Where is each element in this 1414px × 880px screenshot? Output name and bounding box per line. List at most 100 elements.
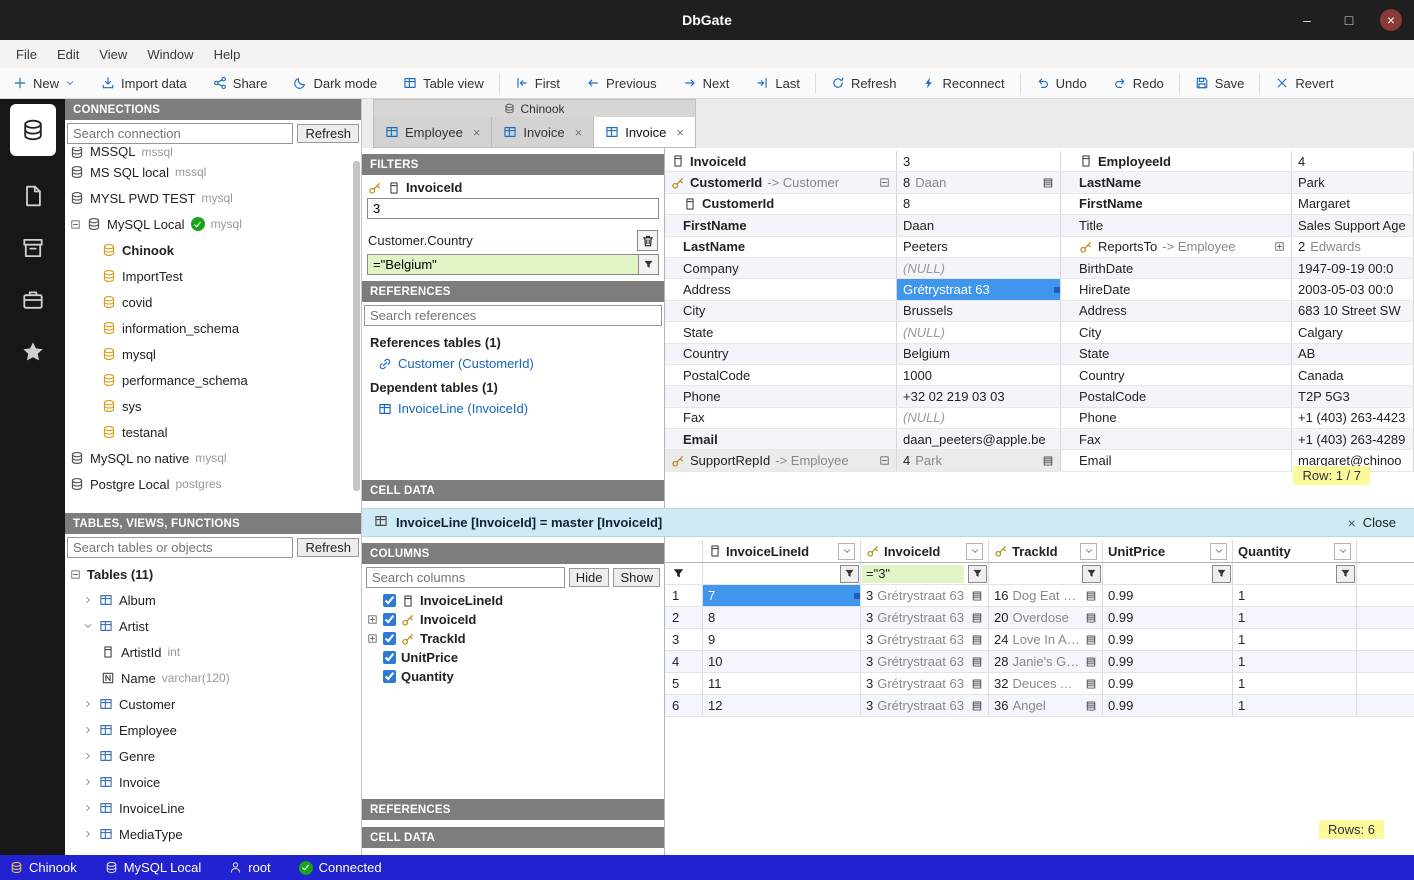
form-field-label[interactable]: Fax bbox=[1061, 429, 1292, 449]
first-button[interactable]: First bbox=[502, 68, 573, 98]
grid-cell[interactable]: 3Grétrystraat 63 bbox=[861, 607, 989, 628]
connection-importtest[interactable]: ImportTest bbox=[65, 263, 361, 289]
column-toggle-unitprice[interactable]: UnitPrice bbox=[362, 648, 664, 667]
form-field-value[interactable]: Canada bbox=[1292, 365, 1414, 385]
grid-cell[interactable]: 3Grétrystraat 63 bbox=[861, 585, 989, 606]
menu-view[interactable]: View bbox=[89, 44, 137, 65]
table-album[interactable]: Album bbox=[65, 587, 361, 613]
row-number[interactable]: 2 bbox=[665, 607, 703, 628]
table-employee[interactable]: Employee bbox=[65, 717, 361, 743]
grid-cell[interactable]: 1 bbox=[1233, 651, 1357, 672]
form-field-value[interactable]: (NULL) bbox=[897, 408, 1061, 428]
search-tables-input[interactable] bbox=[67, 537, 293, 558]
form-field-label[interactable]: HireDate bbox=[1061, 279, 1292, 299]
grid-cell[interactable]: 1 bbox=[1233, 585, 1357, 606]
grid-cell[interactable]: 0.99 bbox=[1103, 585, 1233, 606]
refresh-connections-button[interactable]: Refresh bbox=[297, 124, 359, 143]
filter-menu-button[interactable] bbox=[1082, 565, 1101, 583]
form-field-label[interactable]: FirstName bbox=[665, 215, 897, 235]
filter-menu-button[interactable] bbox=[1336, 565, 1355, 583]
redo-button[interactable]: Redo bbox=[1100, 68, 1177, 98]
column-dropdown-button[interactable] bbox=[838, 543, 855, 560]
cell-data-header-bottom[interactable]: CELL DATA bbox=[362, 827, 664, 848]
cell-data-header[interactable]: CELL DATA bbox=[362, 480, 664, 501]
table-customer[interactable]: Customer bbox=[65, 691, 361, 717]
column-toggle-trackid[interactable]: TrackId bbox=[362, 629, 664, 648]
columns-header[interactable]: COLUMNS bbox=[362, 543, 664, 564]
form-field-label[interactable]: Address bbox=[665, 279, 897, 299]
form-field-value[interactable]: Peeters bbox=[897, 237, 1061, 257]
menu-help[interactable]: Help bbox=[204, 44, 251, 65]
grid-cell[interactable]: 16Dog Eat Dog bbox=[989, 585, 1103, 606]
form-field-value[interactable]: +1 (403) 263-4289 bbox=[1292, 429, 1414, 449]
grid-cell[interactable]: 1 bbox=[1233, 607, 1357, 628]
form-field-value[interactable]: 2003-05-03 00:0 bbox=[1292, 279, 1414, 299]
form-field-label[interactable]: Email bbox=[665, 429, 897, 449]
widget-plugins[interactable] bbox=[21, 288, 45, 312]
grid-cell[interactable]: 10 bbox=[703, 651, 861, 672]
form-field-label[interactable]: ReportsTo-> Employee bbox=[1061, 237, 1292, 257]
form-field-value[interactable]: daan_peeters@apple.be bbox=[897, 429, 1061, 449]
grid-cell[interactable]: 0.99 bbox=[1103, 629, 1233, 650]
widget-archive[interactable] bbox=[21, 236, 45, 260]
form-field-label[interactable]: PostalCode bbox=[665, 365, 897, 385]
form-field-value[interactable]: 3 bbox=[897, 151, 1061, 171]
row-number[interactable]: 4 bbox=[665, 651, 703, 672]
form-field-label[interactable]: Phone bbox=[1061, 408, 1292, 428]
table-invoice[interactable]: Invoice bbox=[65, 769, 361, 795]
selection-handle[interactable] bbox=[854, 593, 860, 599]
connection-postgre-local[interactable]: Postgre Localpostgres bbox=[65, 471, 361, 497]
row-number[interactable]: 6 bbox=[665, 695, 703, 716]
grid-cell[interactable]: 7 bbox=[703, 585, 861, 606]
form-field-value[interactable]: Calgary bbox=[1292, 322, 1414, 342]
grid-cell[interactable]: 3Grétrystraat 63 bbox=[861, 629, 989, 650]
filter-menu-button[interactable] bbox=[840, 565, 859, 583]
filter-value-input[interactable] bbox=[367, 254, 639, 275]
form-field-value[interactable]: Grétrystraat 63 bbox=[897, 279, 1061, 299]
grid-cell[interactable]: 1 bbox=[1233, 695, 1357, 716]
filter-menu-button[interactable] bbox=[638, 254, 659, 275]
form-field-value[interactable]: +32 02 219 03 03 bbox=[897, 386, 1061, 406]
widget-favorites[interactable] bbox=[21, 340, 45, 364]
form-field-value[interactable]: (NULL) bbox=[897, 322, 1061, 342]
connection-ms-sql-local[interactable]: MS SQL localmssql bbox=[65, 159, 361, 185]
grid-filter-trackid[interactable] bbox=[989, 563, 1103, 584]
form-field-value[interactable]: Sales Support Age bbox=[1292, 215, 1414, 235]
form-field-value[interactable]: AB bbox=[1292, 344, 1414, 364]
form-field-value[interactable]: 4Park bbox=[897, 450, 1061, 470]
status-root[interactable]: root bbox=[229, 860, 270, 875]
connection-mysl-pwd-test[interactable]: MYSL PWD TESTmysql bbox=[65, 185, 361, 211]
grid-cell[interactable]: 8 bbox=[703, 607, 861, 628]
search-references-input[interactable] bbox=[364, 305, 662, 326]
selection-handle[interactable] bbox=[1054, 287, 1060, 293]
search-columns-input[interactable] bbox=[366, 567, 565, 588]
form-field-label[interactable]: Title bbox=[1061, 215, 1292, 235]
new-button[interactable]: New bbox=[0, 68, 88, 98]
grid-cell[interactable]: 0.99 bbox=[1103, 695, 1233, 716]
widget-connections[interactable] bbox=[10, 104, 56, 156]
tab-invoice-2[interactable]: Invoice× bbox=[594, 117, 696, 148]
form-field-value[interactable]: 8 bbox=[897, 194, 1061, 214]
form-field-value[interactable]: 1000 bbox=[897, 365, 1061, 385]
form-field-value[interactable]: Belgium bbox=[897, 344, 1061, 364]
grid-col-invoiceid[interactable]: InvoiceId bbox=[861, 540, 989, 562]
connections-scrollbar[interactable] bbox=[353, 161, 360, 491]
grid-cell[interactable]: 1 bbox=[1233, 629, 1357, 650]
grid-col-quantity[interactable]: Quantity bbox=[1233, 540, 1357, 562]
form-field-value[interactable]: Daan bbox=[897, 215, 1061, 235]
tables-group[interactable]: Tables (11) bbox=[65, 561, 361, 587]
import-data-button[interactable]: Import data bbox=[88, 68, 200, 98]
row-number[interactable]: 5 bbox=[665, 673, 703, 694]
grid-cell[interactable]: 11 bbox=[703, 673, 861, 694]
column-checkbox[interactable] bbox=[383, 670, 396, 683]
previous-button[interactable]: Previous bbox=[573, 68, 670, 98]
grid-cell[interactable]: 0.99 bbox=[1103, 607, 1233, 628]
grid-cell[interactable]: 28Janie's Got A bbox=[989, 651, 1103, 672]
column-toggle-quantity[interactable]: Quantity bbox=[362, 667, 664, 686]
menu-file[interactable]: File bbox=[6, 44, 47, 65]
column-dropdown-button[interactable] bbox=[1334, 543, 1351, 560]
form-field-label[interactable]: FirstName bbox=[1061, 194, 1292, 214]
form-field-value[interactable]: T2P 5G3 bbox=[1292, 386, 1414, 406]
dark-mode-button[interactable]: Dark mode bbox=[280, 68, 390, 98]
column-checkbox[interactable] bbox=[383, 632, 396, 645]
